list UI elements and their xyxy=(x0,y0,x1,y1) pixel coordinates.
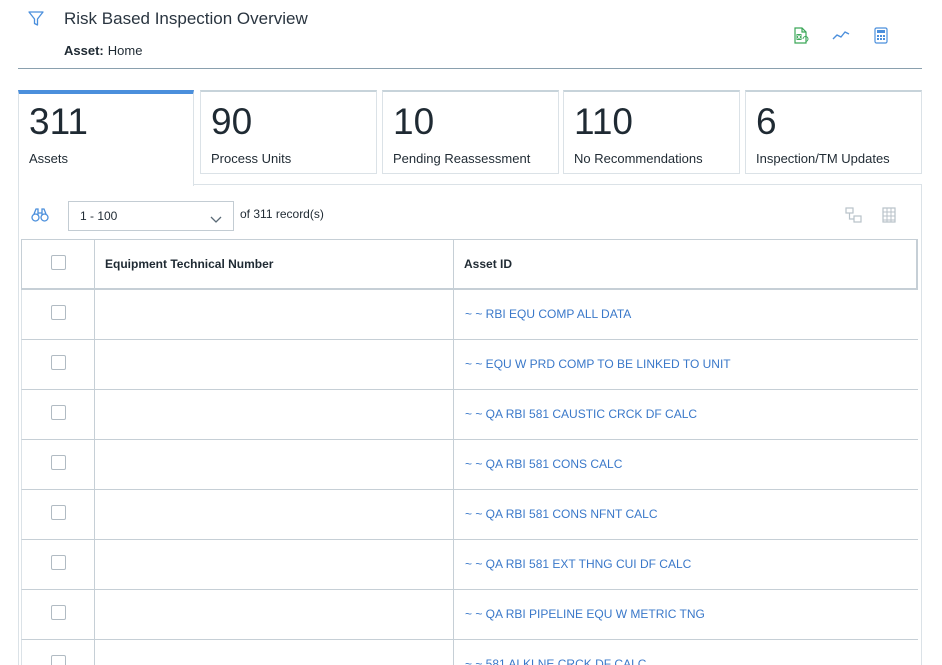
row-select-cell xyxy=(22,290,95,339)
etn-cell xyxy=(95,490,454,539)
etn-cell xyxy=(95,590,454,639)
record-unit: record(s) xyxy=(275,207,324,221)
record-total: 311 xyxy=(253,207,273,221)
asset-id-link[interactable]: ~ ~ EQU W PRD COMP TO BE LINKED TO UNIT xyxy=(465,357,731,371)
card-value: 6 xyxy=(756,101,777,142)
asset-grid: Equipment Technical Number Asset ID ~ ~ … xyxy=(21,239,918,665)
card-label: Assets xyxy=(29,151,69,166)
hierarchy-icon[interactable] xyxy=(845,207,863,223)
etn-cell xyxy=(95,640,454,665)
asset-id-link[interactable]: ~ ~ QA RBI 581 CONS CALC xyxy=(465,457,622,471)
page-range-select[interactable]: 1 - 100 xyxy=(68,201,234,231)
filter-icon[interactable] xyxy=(27,10,45,28)
table-row[interactable]: ~ ~ QA RBI 581 CAUSTIC CRCK DF CALC xyxy=(21,390,918,440)
table-row[interactable]: ~ ~ QA RBI 581 EXT THNG CUI DF CALC xyxy=(21,540,918,590)
card-label: Pending Reassessment xyxy=(393,151,531,166)
breadcrumb-value[interactable]: Home xyxy=(108,43,143,58)
header-divider xyxy=(18,68,922,69)
row-checkbox[interactable] xyxy=(51,305,66,320)
asset-id-cell: ~ ~ QA RBI 581 CONS NFNT CALC xyxy=(454,490,918,539)
card-value: 110 xyxy=(574,101,633,142)
row-select-cell xyxy=(22,640,95,665)
record-of-label: of xyxy=(240,207,251,221)
row-select-cell xyxy=(22,540,95,589)
asset-id-link[interactable]: ~ ~ QA RBI 581 CAUSTIC CRCK DF CALC xyxy=(465,407,697,421)
row-select-cell xyxy=(22,340,95,389)
trend-chart-icon[interactable] xyxy=(832,26,850,44)
asset-id-cell: ~ ~ 581 ALKLNE CRCK DF CALC xyxy=(454,640,918,665)
breadcrumb: Asset: Home xyxy=(64,43,142,58)
header-toolbar xyxy=(792,26,890,44)
excel-export-icon[interactable] xyxy=(792,26,810,44)
row-checkbox[interactable] xyxy=(51,355,66,370)
asset-id-cell: ~ ~ EQU W PRD COMP TO BE LINKED TO UNIT xyxy=(454,340,918,389)
card-pending-reassessment[interactable]: 10 Pending Reassessment xyxy=(382,90,559,174)
card-no-recommendations[interactable]: 110 No Recommendations xyxy=(563,90,740,174)
column-header-label: Equipment Technical Number xyxy=(105,257,274,271)
row-select-cell xyxy=(22,390,95,439)
grid-header: Equipment Technical Number Asset ID xyxy=(21,239,918,290)
binoculars-icon[interactable] xyxy=(31,207,49,223)
column-header-etn[interactable]: Equipment Technical Number xyxy=(95,240,454,289)
asset-id-link[interactable]: ~ ~ QA RBI PIPELINE EQU W METRIC TNG xyxy=(465,607,705,621)
row-checkbox[interactable] xyxy=(51,455,66,470)
row-select-cell xyxy=(22,440,95,489)
column-header-label: Asset ID xyxy=(464,257,513,271)
row-checkbox[interactable] xyxy=(51,505,66,520)
card-value: 90 xyxy=(211,101,253,142)
row-select-cell xyxy=(22,490,95,539)
record-count: of 311 record(s) xyxy=(240,207,324,221)
table-row[interactable]: ~ ~ QA RBI 581 CONS CALC xyxy=(21,440,918,490)
chevron-down-icon xyxy=(210,211,222,229)
asset-id-cell: ~ ~ QA RBI PIPELINE EQU W METRIC TNG xyxy=(454,590,918,639)
card-label: Inspection/TM Updates xyxy=(756,151,890,166)
etn-cell xyxy=(95,440,454,489)
table-row[interactable]: ~ ~ 581 ALKLNE CRCK DF CALC xyxy=(21,640,918,665)
asset-id-cell: ~ ~ RBI EQU COMP ALL DATA xyxy=(454,290,918,339)
breadcrumb-label: Asset: xyxy=(64,43,104,58)
asset-id-link[interactable]: ~ ~ QA RBI 581 EXT THNG CUI DF CALC xyxy=(465,557,691,571)
calculator-icon[interactable] xyxy=(872,26,890,44)
asset-id-cell: ~ ~ QA RBI 581 EXT THNG CUI DF CALC xyxy=(454,540,918,589)
asset-id-cell: ~ ~ QA RBI 581 CONS CALC xyxy=(454,440,918,489)
grid-body: ~ ~ RBI EQU COMP ALL DATA ~ ~ EQU W PRD … xyxy=(21,290,918,665)
card-label: No Recommendations xyxy=(574,151,703,166)
column-header-asset-id[interactable]: Asset ID xyxy=(454,240,917,289)
card-process-units[interactable]: 90 Process Units xyxy=(200,90,377,174)
header-select-all-cell xyxy=(22,240,95,289)
table-row[interactable]: ~ ~ QA RBI PIPELINE EQU W METRIC TNG xyxy=(21,590,918,640)
row-select-cell xyxy=(22,590,95,639)
asset-id-link[interactable]: ~ ~ RBI EQU COMP ALL DATA xyxy=(465,307,631,321)
columns-icon[interactable] xyxy=(882,207,896,223)
etn-cell xyxy=(95,340,454,389)
asset-id-link[interactable]: ~ ~ 581 ALKLNE CRCK DF CALC xyxy=(465,657,646,665)
summary-cards: 311 Assets 90 Process Units 10 Pending R… xyxy=(18,90,922,186)
page-title: Risk Based Inspection Overview xyxy=(64,9,308,28)
card-label: Process Units xyxy=(211,151,292,166)
row-checkbox[interactable] xyxy=(51,555,66,570)
asset-id-link[interactable]: ~ ~ QA RBI 581 CONS NFNT CALC xyxy=(465,507,658,521)
page-range-value: 1 - 100 xyxy=(80,209,118,223)
card-value: 311 xyxy=(29,101,88,142)
row-checkbox[interactable] xyxy=(51,405,66,420)
table-row[interactable]: ~ ~ QA RBI 581 CONS NFNT CALC xyxy=(21,490,918,540)
card-value: 10 xyxy=(393,101,435,142)
card-assets[interactable]: 311 Assets xyxy=(18,90,194,186)
etn-cell xyxy=(95,290,454,339)
row-checkbox[interactable] xyxy=(51,605,66,620)
asset-id-cell: ~ ~ QA RBI 581 CAUSTIC CRCK DF CALC xyxy=(454,390,918,439)
etn-cell xyxy=(95,390,454,439)
etn-cell xyxy=(95,540,454,589)
card-inspection-tm-updates[interactable]: 6 Inspection/TM Updates xyxy=(745,90,922,174)
select-all-checkbox[interactable] xyxy=(51,255,66,270)
table-row[interactable]: ~ ~ EQU W PRD COMP TO BE LINKED TO UNIT xyxy=(21,340,918,390)
table-row[interactable]: ~ ~ RBI EQU COMP ALL DATA xyxy=(21,290,918,340)
row-checkbox[interactable] xyxy=(51,655,66,665)
